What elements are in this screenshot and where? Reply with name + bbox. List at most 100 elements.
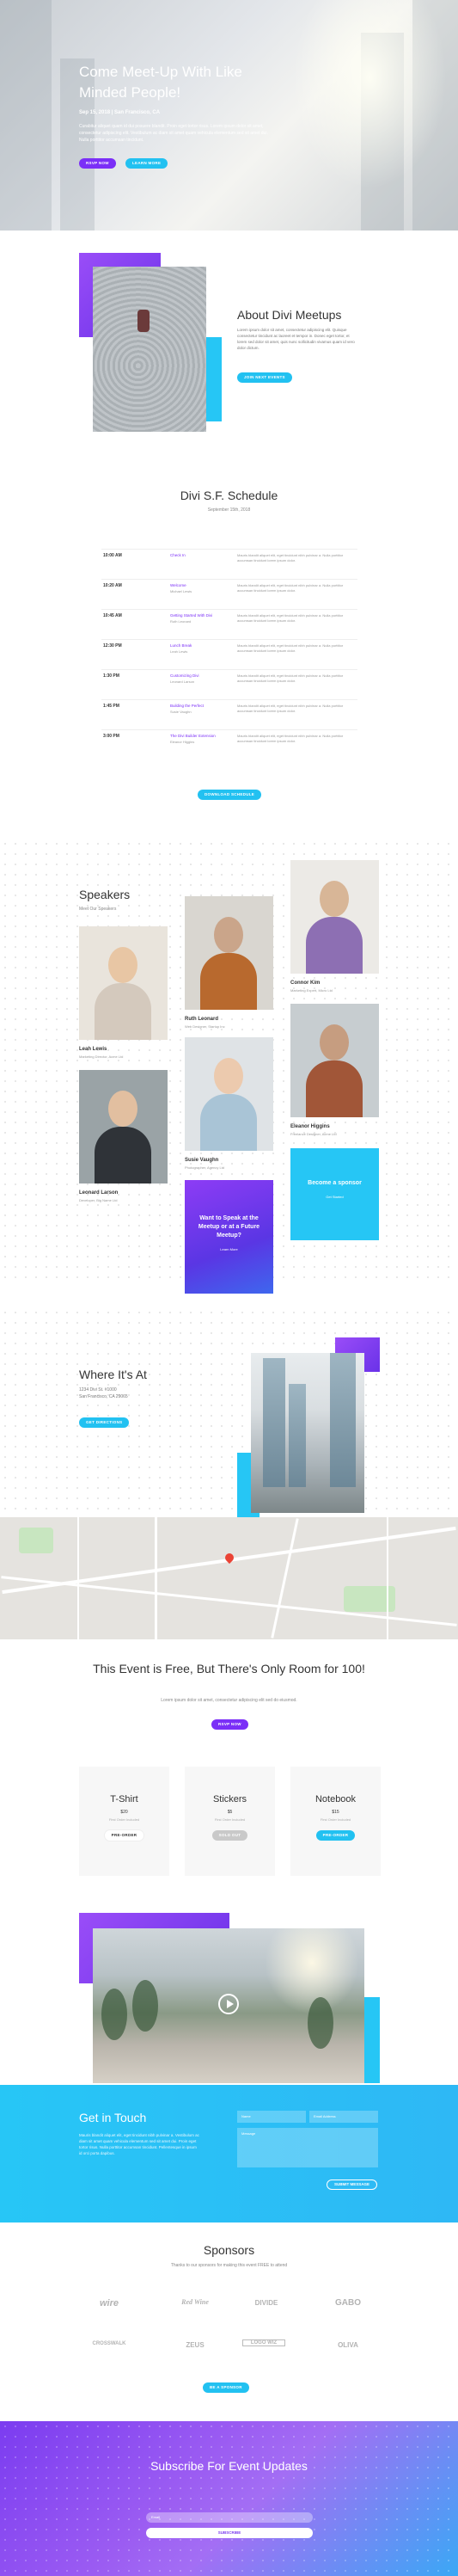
- speaker-photo: [185, 1037, 273, 1151]
- preorder-button[interactable]: PRE-ORDER: [104, 1830, 144, 1841]
- speaker-photo: [79, 1070, 168, 1183]
- schedule-date: September 15th, 2018: [207, 507, 251, 513]
- download-schedule-button[interactable]: DOWNLOAD SCHEDULE: [198, 790, 262, 800]
- schedule-time: 1:45 PM: [103, 704, 119, 709]
- merch-note: First Order Included: [214, 1817, 246, 1822]
- hero-section: Come Meet-Up With Like Minded People! Se…: [0, 0, 458, 231]
- dot-pattern: [0, 1307, 458, 1517]
- schedule-time: 10:00 AM: [103, 553, 122, 558]
- event-video[interactable]: [93, 1928, 364, 2083]
- schedule-session[interactable]: Check In: [170, 553, 186, 557]
- speaker-card[interactable]: Leonard Larson Developer, Big Name Ltd: [79, 1070, 168, 1202]
- schedule-row: 10:45 AM Getting Started With Divi Ruth Le…: [101, 609, 357, 635]
- schedule-description: Mauris blandit aliquet elit, eget tincid…: [237, 704, 344, 713]
- speaker-card[interactable]: Connor Kim Marketing Expert, Micro Ltd: [290, 860, 379, 993]
- hero-description: Curabitur aliquet quam id dui posuere bl…: [79, 124, 268, 143]
- sponsor-logo: ZEUS: [186, 2341, 205, 2349]
- rsvp-button[interactable]: RSVP NOW: [79, 158, 116, 169]
- preorder-button[interactable]: PRE-ORDER: [315, 1830, 356, 1841]
- hero-sunlight: [292, 0, 447, 189]
- free-event-subtitle: Lorem ipsum dolor sit amet, consectetur …: [161, 1698, 297, 1703]
- about-title: About Divi Meetups: [237, 308, 342, 322]
- sponsors-subtitle: Thanks to our sponsors for making this e…: [170, 2263, 288, 2268]
- map-park: [19, 1528, 53, 1553]
- learn-more-button[interactable]: LEARN MORE: [125, 158, 168, 169]
- merch-price: $15: [332, 1810, 339, 1815]
- schedule-row: 10:00 AM Check In Mauris blandit aliquet e…: [101, 549, 357, 575]
- speaker-body: [200, 1094, 257, 1151]
- location-map[interactable]: [0, 1517, 458, 1639]
- play-icon[interactable]: [218, 1994, 239, 2014]
- merch-name: T-Shirt: [110, 1794, 138, 1804]
- hero-meta: Sep 15, 2018 | San Francisco, CA: [79, 110, 161, 115]
- speaker-body: [95, 983, 151, 1040]
- speaker-head: [108, 947, 137, 983]
- speak-cta-link[interactable]: Learn More: [195, 1247, 263, 1251]
- speaker-body: [306, 1061, 363, 1117]
- speaker-card[interactable]: Susie Vaughn Photographer, Agency Ltd: [185, 1037, 273, 1170]
- sponsor-logo: wire: [99, 2298, 119, 2309]
- merch-price: $20: [120, 1810, 128, 1815]
- tree: [308, 1997, 333, 2049]
- schedule-speaker: Eleanor Higgins: [170, 740, 195, 744]
- speaker-name: Leonard Larson: [79, 1190, 119, 1196]
- speaker-role: Web Designer, Startup Inc: [185, 1024, 225, 1029]
- speaker-body: [306, 917, 363, 974]
- schedule-session[interactable]: Customizing Divi: [170, 673, 199, 678]
- sponsor-logo: OLIVA: [338, 2341, 358, 2349]
- subscribe-email-input[interactable]: Email: [146, 2512, 313, 2523]
- sponsor-cta-card[interactable]: Become a sponsor Get Started: [290, 1148, 379, 1240]
- speaker-body: [95, 1127, 151, 1183]
- speaker-card[interactable]: Leah Lewis Marketing Director, Acme Ltd: [79, 926, 168, 1059]
- sold-out-button[interactable]: SOLD OUT: [211, 1830, 248, 1841]
- contact-section: Get in Touch Mauris blandit aliquet elit…: [0, 2085, 458, 2222]
- speaker-name: Connor Kim: [290, 981, 321, 986]
- speaker-role: Photographer, Agency Ltd: [185, 1165, 225, 1170]
- subscribe-button[interactable]: SUBSCRIBE: [146, 2528, 313, 2538]
- schedule-description: Mauris blandit aliquet elit, eget tincid…: [237, 583, 344, 593]
- email-field[interactable]: Email Address: [309, 2111, 378, 2123]
- speak-cta-card[interactable]: Want to Speak at the Meetup or at a Futu…: [185, 1180, 273, 1294]
- hero-building: [0, 0, 52, 231]
- merch-name: Stickers: [212, 1794, 247, 1804]
- speaker-name: Leah Lewis: [79, 1047, 107, 1052]
- schedule-session[interactable]: Getting Started With Divi: [170, 613, 212, 618]
- sponsor-logo: LOGO WIZ: [242, 2339, 285, 2346]
- sponsor-cta-link[interactable]: Get Started: [299, 1195, 370, 1199]
- rsvp-button[interactable]: RSVP NOW: [211, 1719, 248, 1730]
- location-address: 1234 Divi St. #1000 San Francisco, CA 29…: [79, 1386, 128, 1400]
- schedule-row: 3:00 PM The Divi Builder Extension Eleanor…: [101, 729, 357, 755]
- become-sponsor-button[interactable]: BE A SPONSOR: [203, 2382, 249, 2393]
- get-directions-button[interactable]: GET DIRECTIONS: [79, 1417, 130, 1428]
- map-road: [271, 1518, 299, 1638]
- schedule-session[interactable]: Welcome: [170, 583, 186, 587]
- subscribe-title: Subscribe For Event Updates: [0, 2457, 458, 2475]
- speaker-head: [108, 1091, 137, 1127]
- speakers-title: Speakers: [79, 888, 131, 901]
- merch-card: Notebook $15 First Order Included PRE-OR…: [290, 1767, 381, 1876]
- speaker-card[interactable]: Eleanor Higgins Freelance Designer, Acme…: [290, 1004, 379, 1136]
- schedule-session[interactable]: Building the Perfect: [170, 704, 204, 708]
- about-text: Lorem ipsum dolor sit amet, consectetur …: [237, 328, 355, 350]
- speaker-card[interactable]: Ruth Leonard Web Designer, Startup Inc: [185, 896, 273, 1029]
- schedule-session[interactable]: The Divi Builder Extension: [170, 734, 216, 738]
- schedule-description: Mauris blandit aliquet elit, eget tincid…: [237, 643, 344, 653]
- schedule-speaker: Leonard Larson: [170, 679, 195, 684]
- speaker-role: Developer, Big Name Ltd: [79, 1198, 118, 1202]
- submit-message-button[interactable]: SUBMIT MESSAGE: [327, 2179, 378, 2190]
- schedule-time: 10:20 AM: [103, 583, 122, 588]
- speaker-role: Marketing Expert, Micro Ltd: [290, 988, 333, 993]
- join-events-button[interactable]: JOIN NEXT EVENTS: [237, 372, 292, 383]
- tower: [330, 1353, 356, 1487]
- merch-note: First Order Included: [108, 1817, 140, 1822]
- subscribe-section: Subscribe For Event Updates Email SUBSCR…: [0, 2421, 458, 2576]
- schedule-speaker: Leah Lewis: [170, 649, 188, 654]
- schedule-row: 1:45 PM Building the Perfect Susie Vaughn M…: [101, 699, 357, 725]
- schedule-session[interactable]: Lunch Break: [170, 643, 192, 648]
- message-field[interactable]: Message: [237, 2128, 378, 2167]
- hero-title: Come Meet-Up With Like Minded People!: [79, 64, 242, 101]
- name-field[interactable]: Name: [237, 2111, 306, 2123]
- schedule-description: Mauris blandit aliquet elit, eget tincid…: [237, 673, 344, 683]
- page: Come Meet-Up With Like Minded People! Se…: [0, 0, 458, 2576]
- speakers-subtitle: Meet Our Speakers: [79, 907, 117, 912]
